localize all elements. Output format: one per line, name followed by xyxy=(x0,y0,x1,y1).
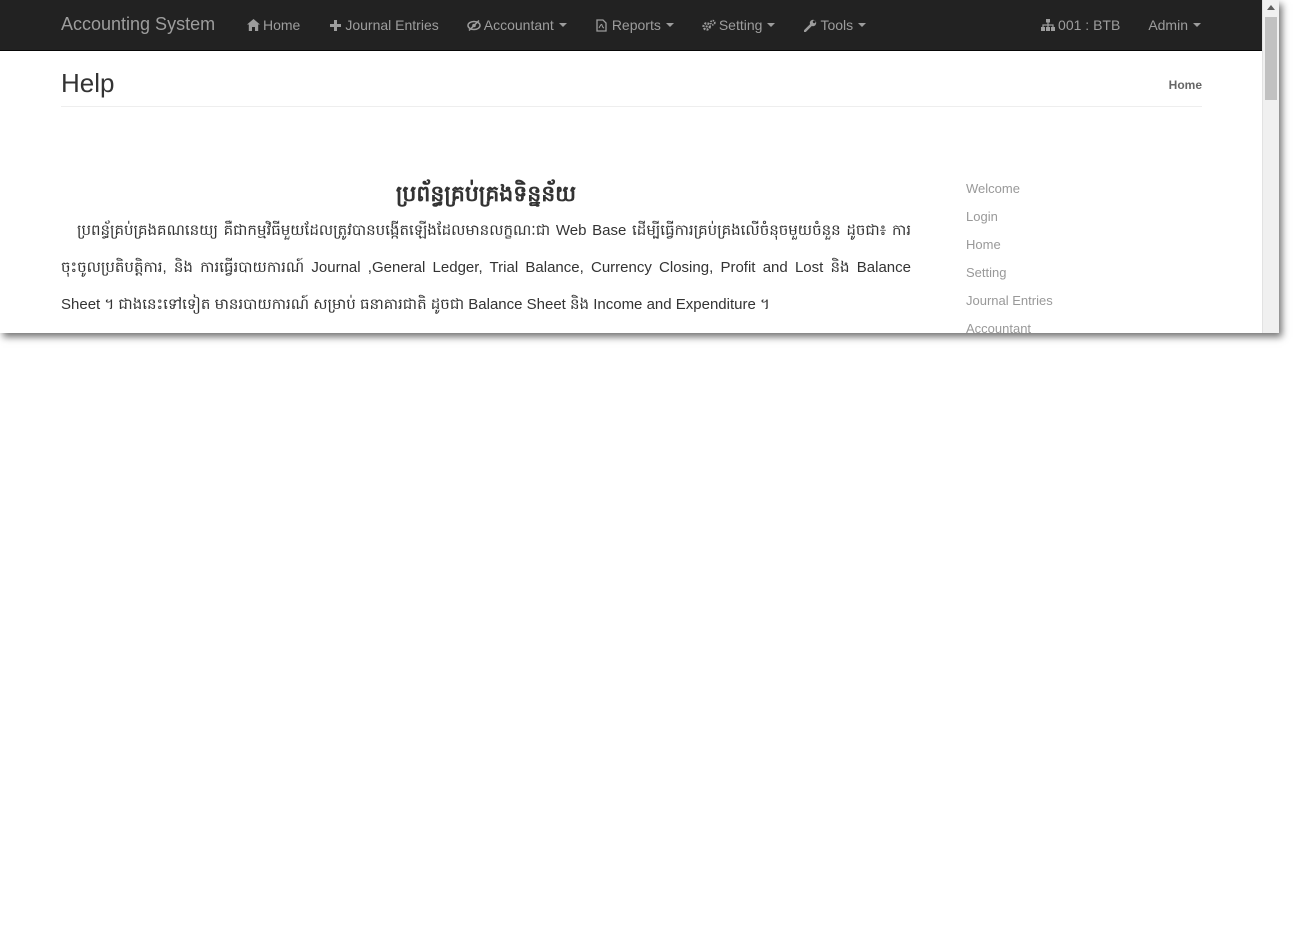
nav-item-label: Reports xyxy=(611,17,661,33)
vertical-scrollbar[interactable] xyxy=(1262,0,1279,333)
caret-down-icon xyxy=(858,23,867,27)
help-sidebar: Welcome Login Home Setting Journal Entri… xyxy=(966,175,1186,333)
caret-down-icon xyxy=(665,23,674,27)
help-content: ប្រព័ន្ធគ្រប់គ្រងទិន្នន័យ ប្រពន្ធ័គ្រប់គ… xyxy=(61,176,911,323)
sitemap-icon xyxy=(1041,18,1056,32)
nav-item-setting[interactable]: Setting xyxy=(688,0,790,50)
nav-item-journal-entries[interactable]: Journal Entries xyxy=(314,0,452,50)
navbar-brand[interactable]: Accounting System xyxy=(61,14,215,35)
nav-item-label: Home xyxy=(263,17,301,33)
file-pdf-icon xyxy=(595,18,609,32)
nav-item-label: Setting xyxy=(718,17,763,33)
sidebar-item-setting[interactable]: Setting xyxy=(966,259,1186,287)
nav-item-label: Admin xyxy=(1148,17,1188,33)
nav-left-group: Home Journal Entries Accountant Reports … xyxy=(232,0,880,50)
nav-right-group: 001 : BTB Admin xyxy=(1027,0,1215,50)
help-content-body: ប្រពន្ធ័គ្រប់គ្រងគណនេយ្យ គឺជាកម្មវិធីមួយ… xyxy=(61,222,911,313)
browser-window: Accounting System Home Journal Entries A… xyxy=(0,0,1279,333)
nav-item-accountant[interactable]: Accountant xyxy=(453,0,581,50)
caret-down-icon xyxy=(1193,23,1201,27)
caret-down-icon xyxy=(558,23,567,27)
nav-item-tools[interactable]: Tools xyxy=(789,0,880,50)
nav-item-admin[interactable]: Admin xyxy=(1134,0,1215,50)
nav-item-reports[interactable]: Reports xyxy=(581,0,688,50)
home-icon xyxy=(246,18,260,32)
nav-item-label: 001 : BTB xyxy=(1058,17,1121,33)
sidebar-item-login[interactable]: Login xyxy=(966,203,1186,231)
breadcrumb-home[interactable]: Home xyxy=(1169,78,1202,92)
nav-item-label: Tools xyxy=(820,17,854,33)
nav-item-home[interactable]: Home xyxy=(232,0,314,50)
nav-item-label: Accountant xyxy=(483,17,554,33)
help-content-title: ប្រព័ន្ធគ្រប់គ្រងទិន្នន័យ xyxy=(395,181,577,206)
gears-icon xyxy=(702,18,716,32)
scrollbar-thumb[interactable] xyxy=(1265,17,1277,100)
eye-slash-icon xyxy=(467,18,481,32)
plus-icon xyxy=(328,18,342,32)
wrench-icon xyxy=(803,18,817,32)
scroll-up-arrow-icon[interactable] xyxy=(1267,5,1275,10)
page-header: Help Home xyxy=(61,51,1202,107)
sidebar-item-journal-entries[interactable]: Journal Entries xyxy=(966,287,1186,315)
nav-item-branch[interactable]: 001 : BTB xyxy=(1027,0,1134,50)
top-navbar: Accounting System Home Journal Entries A… xyxy=(0,0,1263,51)
caret-down-icon xyxy=(767,23,776,27)
sidebar-item-welcome[interactable]: Welcome xyxy=(966,175,1186,203)
page-title: Help xyxy=(61,68,115,98)
nav-item-label: Journal Entries xyxy=(345,17,439,33)
sidebar-item-home[interactable]: Home xyxy=(966,231,1186,259)
sidebar-item-accountant[interactable]: Accountant xyxy=(966,315,1186,333)
